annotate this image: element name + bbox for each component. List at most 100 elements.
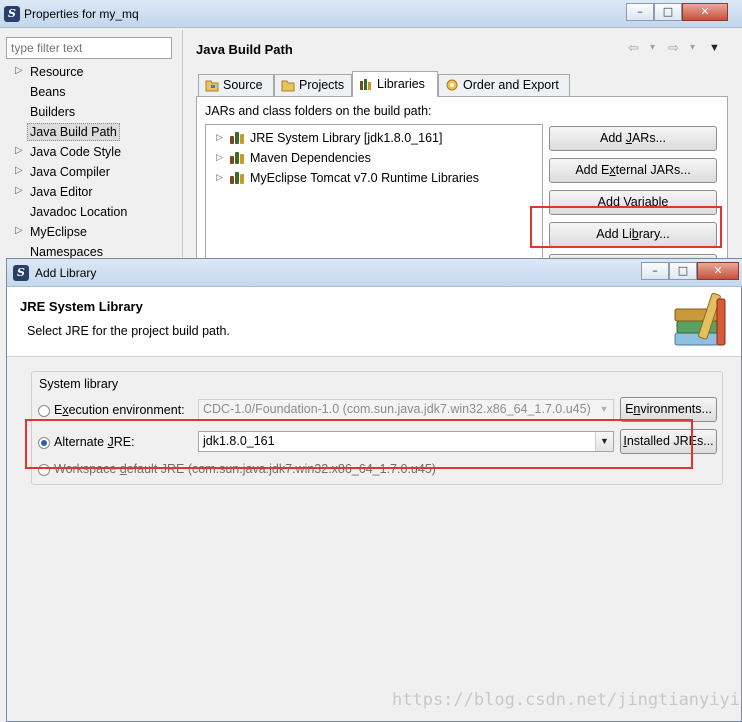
add-library-button[interactable]: Add Library...: [549, 222, 717, 247]
tab-projects[interactable]: Projects: [274, 74, 352, 96]
expand-arrow-icon[interactable]: ▷: [216, 152, 223, 163]
watermark-text: https://blog.csdn.net/jingtianyiyi: [392, 690, 740, 710]
expand-arrow-icon[interactable]: ▷: [216, 132, 223, 143]
button-text: Add Li: [596, 227, 632, 241]
button-mnemonic: V: [623, 195, 631, 209]
execution-environment-label[interactable]: Execution environment:: [54, 403, 185, 417]
nav-item-java-build-path[interactable]: Java Build Path: [0, 123, 180, 142]
nav-item-label: Java Build Path: [27, 123, 120, 141]
label-text: ecution environment:: [68, 403, 185, 417]
nav-item-java-compiler[interactable]: ▷ Java Compiler: [0, 163, 180, 182]
tab-label: Projects: [299, 78, 345, 92]
nav-item-builders[interactable]: Builders: [0, 103, 180, 122]
label-text: RE:: [113, 435, 135, 449]
button-text: Add: [599, 131, 626, 145]
close-button[interactable]: ✕: [697, 262, 739, 280]
nav-item-java-editor[interactable]: ▷ Java Editor: [0, 183, 180, 202]
alternate-jre-radio[interactable]: [38, 437, 50, 449]
back-arrow-icon[interactable]: ⇦: [628, 40, 639, 56]
dialog-titlebar[interactable]: S Add Library – □ ✕: [7, 259, 742, 287]
library-icon: [230, 152, 246, 164]
nav-item-label: Java Editor: [30, 185, 93, 199]
maximize-button[interactable]: □: [669, 262, 697, 280]
button-text: nstalled JREs...: [626, 434, 714, 448]
workspace-default-label[interactable]: Workspace default JRE (com.sun.java.jdk7…: [54, 462, 436, 476]
order-export-icon: [446, 79, 458, 91]
window-title: Properties for my_mq: [24, 7, 139, 21]
group-title: System library: [39, 377, 119, 391]
tab-label: Order and Export: [463, 78, 559, 92]
installed-jres-button[interactable]: Installed JREs...: [620, 429, 717, 454]
button-text: Add E: [575, 163, 610, 177]
button-text: rary...: [638, 227, 670, 241]
nav-item-label: Builders: [30, 105, 76, 119]
dialog-heading: JRE System Library: [20, 299, 143, 314]
library-label: MyEclipse Tomcat v7.0 Runtime Libraries: [250, 171, 480, 185]
forward-menu-icon[interactable]: ▾: [690, 42, 695, 53]
close-button[interactable]: ✕: [682, 3, 728, 21]
projects-icon: [281, 80, 295, 92]
button-mnemonic: b: [631, 227, 639, 241]
nav-item-label: MyEclipse: [30, 225, 87, 239]
eclipse-app-icon: S: [4, 6, 20, 22]
dialog-header: JRE System Library Select JRE for the pr…: [7, 287, 741, 357]
add-variable-button[interactable]: Add Variable: [549, 190, 717, 215]
libraries-icon: [360, 79, 371, 90]
pane-divider[interactable]: [182, 30, 183, 262]
environments-button[interactable]: Environments...: [620, 397, 717, 422]
label-mnemonic: d: [119, 462, 127, 476]
minimize-button[interactable]: –: [641, 262, 669, 280]
button-text: vironments...: [640, 402, 712, 416]
combo-value: CDC-1.0/Foundation-1.0 (com.sun.java.jdk…: [203, 402, 591, 416]
maximize-button[interactable]: □: [654, 3, 682, 21]
library-icon: [230, 172, 246, 184]
button-text: ternal JARs...: [615, 163, 691, 177]
dropdown-arrow-icon[interactable]: ▼: [595, 400, 613, 419]
nav-item-javadoc-location[interactable]: Javadoc Location: [0, 203, 180, 222]
properties-nav-tree: ▷ Resource Beans Builders Java Build Pat…: [0, 63, 182, 263]
tab-order-and-export[interactable]: Order and Export: [438, 74, 570, 96]
tab-source[interactable]: Source: [198, 74, 274, 96]
combo-value: jdk1.8.0_161: [203, 434, 275, 448]
back-menu-icon[interactable]: ▾: [650, 42, 655, 53]
nav-item-label: Java Compiler: [30, 165, 110, 179]
add-jars-button[interactable]: Add JARs...: [549, 126, 717, 151]
expand-arrow-icon[interactable]: ▷: [15, 165, 23, 176]
properties-titlebar[interactable]: S Properties for my_mq – □ ✕: [0, 0, 742, 28]
forward-arrow-icon[interactable]: ⇨: [668, 40, 679, 56]
nav-item-label: Beans: [30, 85, 66, 99]
dropdown-arrow-icon[interactable]: ▼: [595, 432, 613, 451]
expand-arrow-icon[interactable]: ▷: [15, 225, 23, 236]
label-text: efault JRE (com.sun.java.jdk7.win32.x86_…: [126, 462, 436, 476]
expand-arrow-icon[interactable]: ▷: [216, 172, 223, 183]
button-text: ARs...: [631, 131, 666, 145]
tab-libraries[interactable]: Libraries: [352, 71, 438, 97]
nav-item-resource[interactable]: ▷ Resource: [0, 63, 180, 82]
workspace-default-radio[interactable]: [38, 464, 50, 476]
view-menu-icon[interactable]: ▼: [709, 42, 720, 54]
alternate-jre-combo[interactable]: jdk1.8.0_161 ▼: [198, 431, 614, 452]
expand-arrow-icon[interactable]: ▷: [15, 185, 23, 196]
execution-environment-combo[interactable]: CDC-1.0/Foundation-1.0 (com.sun.java.jdk…: [198, 399, 614, 420]
nav-item-label: Resource: [30, 65, 84, 79]
library-tree[interactable]: ▷ JRE System Library [jdk1.8.0_161] ▷ Ma…: [205, 124, 543, 264]
alternate-jre-label[interactable]: Alternate JRE:: [54, 435, 135, 449]
nav-item-label: Java Code Style: [30, 145, 122, 159]
expand-arrow-icon[interactable]: ▷: [15, 65, 23, 76]
library-label: JRE System Library [jdk1.8.0_161]: [250, 131, 443, 145]
execution-environment-radio[interactable]: [38, 405, 50, 417]
library-label: Maven Dependencies: [250, 151, 371, 165]
source-folder-icon: [205, 80, 219, 92]
minimize-button[interactable]: –: [626, 3, 654, 21]
dialog-subheading: Select JRE for the project build path.: [27, 324, 230, 338]
expand-arrow-icon[interactable]: ▷: [15, 145, 23, 156]
nav-item-beans[interactable]: Beans: [0, 83, 180, 102]
add-external-jars-button[interactable]: Add External JARs...: [549, 158, 717, 183]
nav-item-myeclipse[interactable]: ▷ MyEclipse: [0, 223, 180, 242]
filter-input[interactable]: [6, 37, 172, 59]
nav-item-label: Namespaces: [30, 245, 103, 259]
nav-item-java-code-style[interactable]: ▷ Java Code Style: [0, 143, 180, 162]
tab-label: Libraries: [377, 77, 425, 91]
button-text: ariable: [630, 195, 669, 209]
books-icon: [674, 292, 726, 346]
